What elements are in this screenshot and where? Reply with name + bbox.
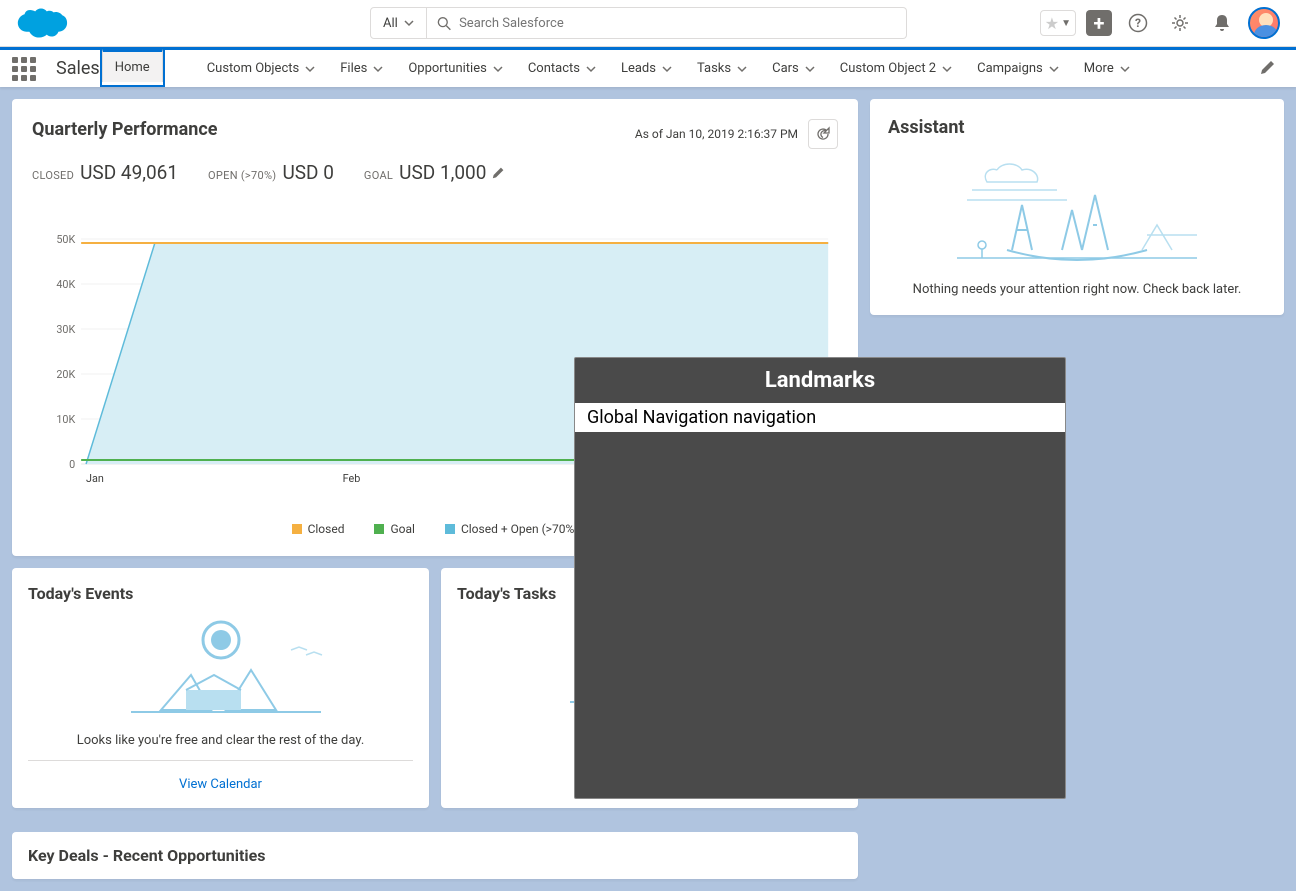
app-launcher-icon[interactable] xyxy=(12,57,36,81)
svg-text:?: ? xyxy=(1135,16,1141,30)
nav-tab-campaigns[interactable]: Campaigns xyxy=(965,50,1072,87)
nav-tab-custom-object-2[interactable]: Custom Object 2 xyxy=(828,50,965,87)
chevron-down-icon xyxy=(305,64,315,74)
global-search-input[interactable] xyxy=(459,16,896,31)
landmarks-panel: Landmarks Global Navigation navigation xyxy=(574,357,1066,799)
nav-tab-custom-objects[interactable]: Custom Objects xyxy=(195,50,329,87)
assistant-card: Assistant Nothing needs your attention r… xyxy=(870,99,1284,315)
legend-combined: Closed + Open (>70%) xyxy=(461,522,578,536)
nav-tab-label: Cars xyxy=(772,61,799,76)
quarterly-asof-text: As of Jan 10, 2019 2:16:37 PM xyxy=(635,127,798,141)
landmarks-panel-title: Landmarks xyxy=(575,358,1065,403)
chevron-down-icon xyxy=(942,64,952,74)
nav-tab-label: Home xyxy=(115,60,150,75)
chevron-down-icon xyxy=(737,64,747,74)
events-empty-text: Looks like you're free and clear the res… xyxy=(77,733,365,748)
nav-tab-label: Opportunities xyxy=(408,61,486,76)
nav-tab-contacts[interactable]: Contacts xyxy=(516,50,609,87)
chevron-down-icon xyxy=(373,64,383,74)
chevron-down-icon xyxy=(1049,64,1059,74)
help-button[interactable]: ? xyxy=(1122,7,1154,39)
user-avatar[interactable] xyxy=(1248,7,1280,39)
nav-tab-opportunities[interactable]: Opportunities xyxy=(396,50,515,87)
notifications-button[interactable] xyxy=(1206,7,1238,39)
legend-closed: Closed xyxy=(308,522,345,536)
open-value: USD 0 xyxy=(282,161,333,184)
closed-label: CLOSED xyxy=(32,169,74,182)
todays-events-card: Today's Events Looks like you're free an… xyxy=(12,568,429,808)
open-label: OPEN (>70%) xyxy=(208,169,276,182)
legend-goal: Goal xyxy=(390,522,414,536)
plus-icon: + xyxy=(1094,11,1105,35)
nav-tab-label: Contacts xyxy=(528,61,580,76)
caret-down-icon: ▼ xyxy=(1061,18,1071,29)
svg-text:0: 0 xyxy=(69,458,75,471)
closed-value: USD 49,061 xyxy=(80,161,178,184)
pencil-icon xyxy=(492,166,505,179)
chevron-down-icon xyxy=(805,64,815,74)
setup-button[interactable] xyxy=(1164,7,1196,39)
key-deals-title: Key Deals - Recent Opportunities xyxy=(28,846,265,865)
svg-text:Jan: Jan xyxy=(86,472,104,485)
salesforce-logo xyxy=(12,3,70,43)
nav-tab-leads[interactable]: Leads xyxy=(609,50,685,87)
svg-text:Feb: Feb xyxy=(343,472,361,485)
nav-tab-cars[interactable]: Cars xyxy=(760,50,828,87)
pencil-icon xyxy=(1260,59,1276,75)
assistant-illustration xyxy=(947,150,1207,270)
question-icon: ? xyxy=(1128,13,1148,33)
nav-tab-label: Custom Object 2 xyxy=(840,61,936,76)
chevron-down-icon xyxy=(1120,64,1130,74)
legend-swatch-closed xyxy=(292,524,302,534)
events-empty-illustration xyxy=(91,615,351,725)
assistant-title: Assistant xyxy=(888,117,1266,138)
refresh-button[interactable] xyxy=(808,119,838,149)
svg-text:20K: 20K xyxy=(56,368,75,381)
search-scope-selector[interactable]: All xyxy=(370,7,427,39)
nav-tab-label: Leads xyxy=(621,61,656,76)
svg-text:40K: 40K xyxy=(56,278,75,291)
nav-tab-label: Tasks xyxy=(697,61,731,76)
app-name: Sales xyxy=(56,58,100,79)
svg-text:30K: 30K xyxy=(56,323,75,336)
gear-icon xyxy=(1170,13,1190,33)
legend-swatch-combined xyxy=(445,524,455,534)
bell-icon xyxy=(1213,13,1231,33)
svg-text:50K: 50K xyxy=(56,233,75,246)
chevron-down-icon xyxy=(586,64,596,74)
todays-events-title: Today's Events xyxy=(28,584,413,603)
goal-label: GOAL xyxy=(364,169,393,182)
search-scope-label: All xyxy=(383,16,398,31)
key-deals-card: Key Deals - Recent Opportunities xyxy=(12,832,858,879)
favorites-button[interactable]: ★ ▼ xyxy=(1040,10,1076,36)
caret-down-icon xyxy=(404,18,414,28)
goal-value: USD 1,000 xyxy=(399,161,486,184)
navigation-bar: Sales Home Custom Objects Files Opportun… xyxy=(0,47,1296,87)
chevron-down-icon xyxy=(662,64,672,74)
nav-tab-label: Custom Objects xyxy=(207,61,300,76)
search-icon xyxy=(437,16,451,31)
nav-edit-button[interactable] xyxy=(1252,59,1284,79)
refresh-icon xyxy=(815,126,831,142)
global-header: All ★ ▼ + ? xyxy=(0,0,1296,47)
global-search-box[interactable] xyxy=(427,7,907,39)
landmarks-item-global-navigation[interactable]: Global Navigation navigation xyxy=(575,403,1065,432)
nav-tab-label: More xyxy=(1084,61,1114,76)
chevron-down-icon xyxy=(493,64,503,74)
svg-text:10K: 10K xyxy=(56,413,75,426)
quarterly-performance-title: Quarterly Performance xyxy=(32,119,217,140)
nav-tab-tasks[interactable]: Tasks xyxy=(685,50,760,87)
global-create-button[interactable]: + xyxy=(1086,10,1112,36)
view-calendar-link[interactable]: View Calendar xyxy=(179,777,262,792)
nav-tab-label: Campaigns xyxy=(977,61,1043,76)
nav-tab-home[interactable]: Home xyxy=(102,49,163,82)
nav-tab-label: Files xyxy=(340,61,367,76)
legend-swatch-goal xyxy=(374,524,384,534)
star-icon: ★ xyxy=(1045,14,1059,33)
goal-edit-button[interactable] xyxy=(492,164,505,183)
nav-tab-files[interactable]: Files xyxy=(328,50,396,87)
nav-tab-more[interactable]: More xyxy=(1072,50,1143,87)
assistant-message: Nothing needs your attention right now. … xyxy=(888,282,1266,297)
